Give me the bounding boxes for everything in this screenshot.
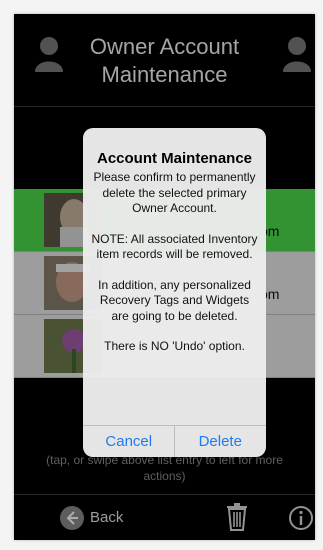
dialog-paragraph: NOTE: All associated Inventory item reco… [91,231,258,262]
delete-button[interactable]: Delete [173,426,267,457]
confirm-delete-dialog: Account Maintenance Please confirm to pe… [83,128,266,457]
dialog-paragraph: There is NO 'Undo' option. [104,339,245,353]
dialog-message: Please confirm to permanently delete the… [91,170,258,370]
dialog-paragraph: In addition, any personalized Recovery T… [98,277,251,323]
app-screen: Owner Account Maintenance om om (tap, or… [14,14,315,540]
dialog-actions: Cancel Delete [83,425,266,457]
dialog-paragraph: Please confirm to permanently delete the… [93,170,256,215]
dialog-title: Account Maintenance [96,150,253,167]
cancel-button[interactable]: Cancel [83,426,175,457]
